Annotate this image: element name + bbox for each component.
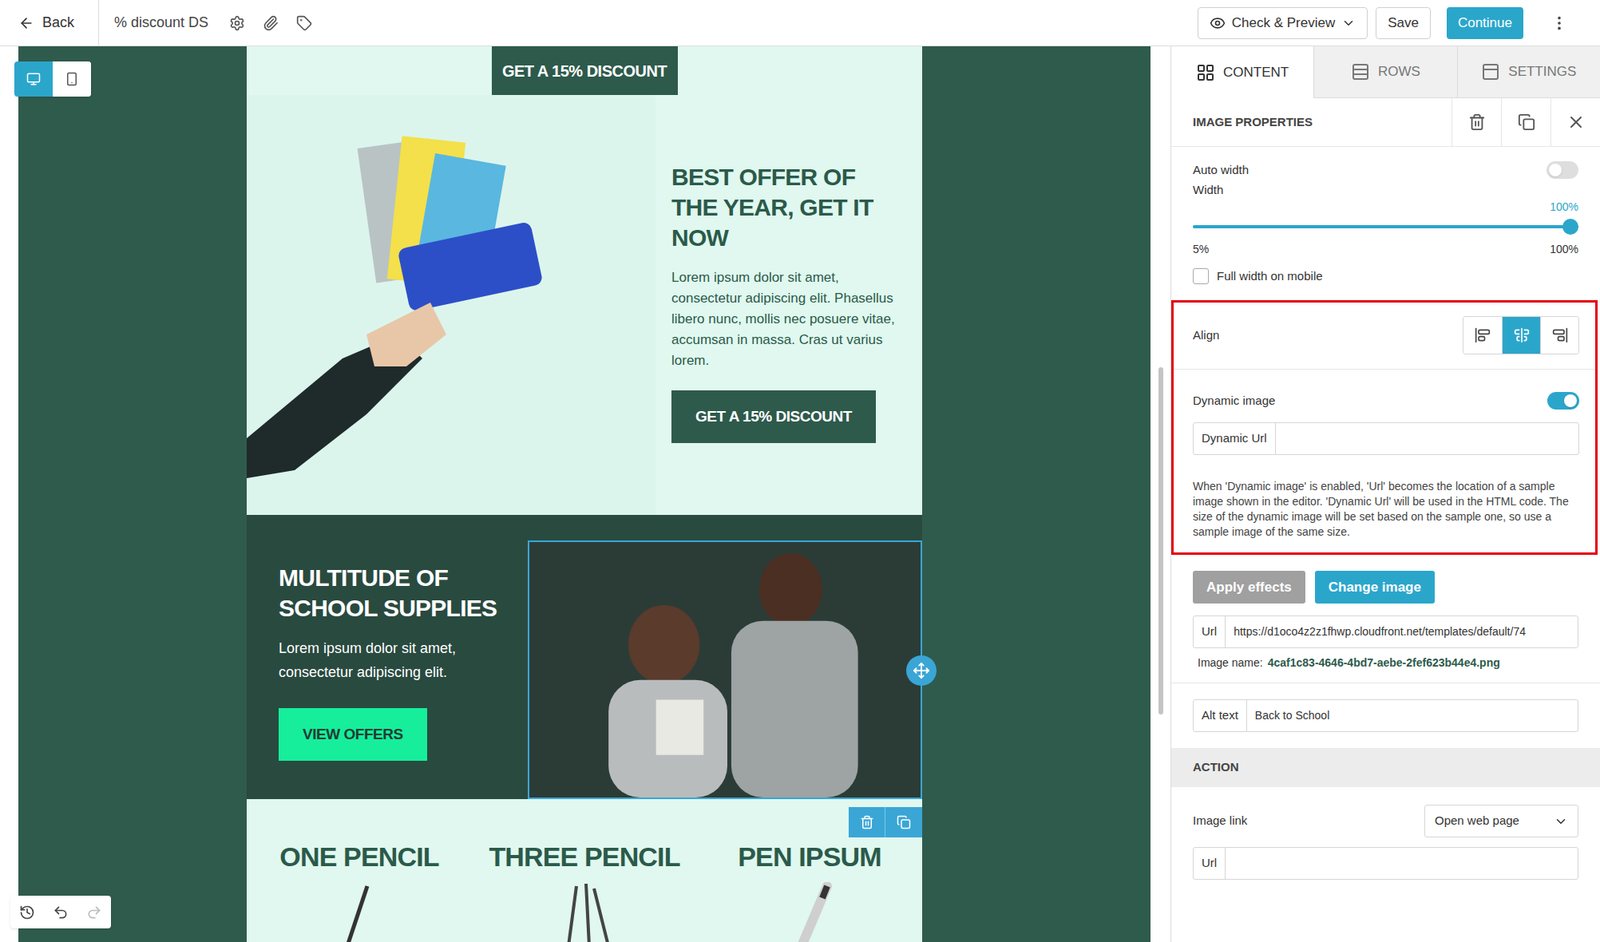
pen-image: [761, 882, 858, 942]
move-icon: [912, 661, 931, 680]
hero-body: Lorem ipsum dolor sit amet, consectetur …: [671, 267, 899, 372]
product-item: THREE PENCIL: [471, 840, 698, 942]
product-item: PEN IPSUM: [697, 840, 923, 942]
align-buttons: [1462, 316, 1580, 355]
mobile-icon: [64, 71, 80, 87]
move-handle[interactable]: [906, 655, 937, 686]
view-offers-button[interactable]: VIEW OFFERS: [278, 708, 428, 761]
grid-icon: [1196, 63, 1216, 83]
panel-tabs: CONTENTROWSSETTINGS: [1171, 46, 1600, 99]
feature-heading: MULTITUDE OF SCHOOL SUPPLIES: [278, 562, 515, 624]
feature-body: Lorem ipsum dolor sit amet, consectetur …: [278, 636, 515, 685]
align-left-icon: [1474, 327, 1491, 344]
dynamic-image-toggle[interactable]: [1547, 392, 1580, 410]
trash-icon: [1468, 113, 1486, 131]
link-url-field[interactable]: Url: [1192, 847, 1579, 880]
email: GET A 15% DISCOUNTBEST OFFER OF THE YEAR…: [246, 46, 923, 942]
paperclip-icon[interactable]: [262, 15, 279, 32]
desktop-view-button[interactable]: [14, 61, 53, 97]
eye-icon: [1209, 15, 1226, 32]
image-url-field[interactable]: Urlhttps://d1oco4z2z1fhwp.cloudfront.net…: [1192, 615, 1579, 649]
pencils-image: [536, 882, 633, 942]
feature-image[interactable]: [527, 540, 923, 800]
highlight-box: AlignDynamic imageDynamic UrlWhen 'Dynam…: [1171, 300, 1598, 556]
action-header: ACTION: [1171, 748, 1600, 788]
width-slider[interactable]: [1192, 218, 1579, 235]
apply-effects-button[interactable]: Apply effects: [1192, 570, 1306, 604]
history-controls: [10, 895, 111, 929]
more-vertical-icon[interactable]: [1550, 14, 1569, 32]
dynamic-image-help: When 'Dynamic image' is enabled, 'Url' b…: [1192, 479, 1580, 540]
history-button[interactable]: [10, 895, 44, 929]
close-button[interactable]: [1550, 98, 1600, 147]
discount-button[interactable]: GET A 15% DISCOUNT: [491, 46, 678, 96]
panel-tab[interactable]: CONTENT: [1171, 46, 1314, 99]
align-center-icon: [1513, 327, 1530, 344]
hero-section: BEST OFFER OF THE YEAR, GET IT NOW Lorem …: [246, 95, 923, 515]
align-right-button[interactable]: [1540, 316, 1579, 354]
save-button[interactable]: Save: [1375, 7, 1431, 40]
continue-button[interactable]: Continue: [1446, 7, 1524, 40]
properties-panel: CONTENTROWSSETTINGSIMAGE PROPERTIESAuto …: [1170, 46, 1600, 942]
tag-icon[interactable]: [296, 15, 313, 32]
product-item: ONE PENCIL: [246, 840, 472, 942]
feature-section: MULTITUDE OF SCHOOL SUPPLIES Lorem ipsum …: [246, 514, 923, 800]
auto-width-toggle[interactable]: [1546, 161, 1579, 179]
align-left-button[interactable]: [1463, 316, 1502, 354]
gear-icon[interactable]: [229, 15, 246, 32]
delete-button[interactable]: [1451, 98, 1501, 147]
rows-icon: [1350, 62, 1371, 82]
full-width-mobile-checkbox[interactable]: [1192, 268, 1209, 285]
canvas-scrollbar[interactable]: [1150, 46, 1171, 942]
dynamic-url-field[interactable]: Dynamic Url: [1192, 422, 1580, 456]
email-editor: Back % discount DS Check & PreviewSave Cont…: [0, 0, 1600, 942]
trash-icon: [859, 815, 875, 830]
products-section: ONE PENCILTHREE PENCILPEN IPSUM: [246, 799, 923, 942]
delete-block-button[interactable]: [848, 807, 886, 838]
copy-icon: [1517, 113, 1536, 131]
caret-down-icon: [1341, 15, 1356, 31]
pencil-image: [311, 882, 408, 942]
copy-icon: [896, 815, 911, 830]
hero-heading: BEST OFFER OF THE YEAR, GET IT NOW: [671, 162, 899, 254]
arrow-left-icon: [18, 15, 35, 32]
hero-image: [246, 95, 656, 515]
check-preview-button[interactable]: Check & Preview: [1197, 7, 1368, 40]
view-mode-toggle: [14, 61, 92, 97]
settings-panel-icon: [1481, 62, 1501, 82]
hero-discount-button[interactable]: GET A 15% DISCOUNT: [671, 390, 876, 444]
close-icon: [1566, 112, 1586, 132]
change-image-button[interactable]: Change image: [1314, 570, 1435, 604]
canvas-area: GET A 15% DISCOUNTBEST OFFER OF THE YEAR…: [0, 46, 1171, 942]
mobile-view-button[interactable]: [52, 61, 92, 97]
alt-text-field[interactable]: Alt textBack to School: [1192, 699, 1579, 733]
duplicate-button[interactable]: [1500, 98, 1551, 147]
redo-button[interactable]: [77, 895, 111, 929]
undo-button[interactable]: [43, 895, 78, 929]
back-button[interactable]: Back: [0, 0, 99, 46]
desktop-icon: [26, 71, 41, 87]
image-link-dropdown[interactable]: Open web page: [1424, 804, 1579, 838]
panel-tab[interactable]: ROWS: [1313, 46, 1457, 99]
align-right-icon: [1552, 327, 1569, 344]
duplicate-block-button[interactable]: [885, 807, 923, 838]
template-title: % discount DS: [114, 11, 209, 34]
chevron-down-icon: [1553, 814, 1569, 829]
history-icon: [19, 904, 36, 921]
panel-tab[interactable]: SETTINGS: [1457, 46, 1600, 99]
undo-icon: [52, 904, 69, 921]
top-bar: Back % discount DS Check & PreviewSave Cont…: [0, 0, 1600, 47]
redo-icon: [86, 904, 103, 921]
canvas: GET A 15% DISCOUNTBEST OFFER OF THE YEAR…: [18, 46, 1151, 942]
align-center-button[interactable]: [1501, 316, 1541, 354]
panel-header: IMAGE PROPERTIES: [1171, 98, 1600, 147]
